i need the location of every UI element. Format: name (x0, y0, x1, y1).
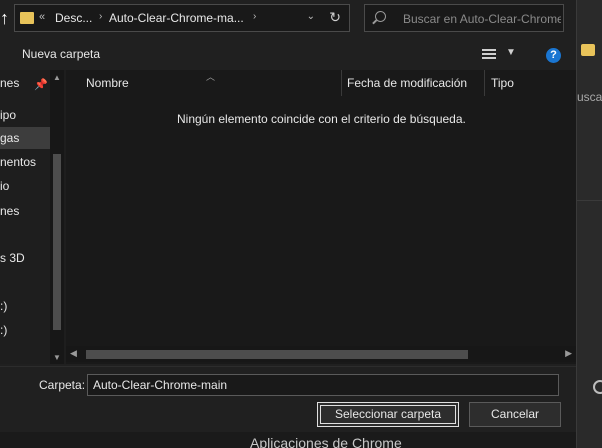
column-header-date[interactable]: Fecha de modificación (347, 76, 467, 90)
navigation-bar: ↑ « Desc... › Auto-Clear-Chrome-ma... › … (0, 0, 576, 36)
sidebar-item[interactable]: nes (0, 200, 50, 222)
select-folder-button[interactable]: Seleccionar carpeta (317, 402, 459, 427)
chevron-down-icon[interactable]: ⌄ (307, 11, 315, 22)
folder-label: Carpeta: (39, 378, 86, 392)
select-folder-dialog: ↑ « Desc... › Auto-Clear-Chrome-ma... › … (0, 0, 576, 432)
cancel-button[interactable]: Cancelar (469, 402, 561, 427)
scrollbar-thumb[interactable] (86, 350, 468, 359)
dialog-footer: Carpeta: Seleccionar carpeta Cancelar (0, 366, 576, 432)
background-search-text: uscar (577, 90, 602, 104)
search-icon (375, 11, 386, 22)
overflow-chevron-icon[interactable]: « (39, 11, 45, 23)
empty-message: Ningún elemento coincide con el criterio… (177, 112, 466, 126)
address-bar[interactable]: « Desc... › Auto-Clear-Chrome-ma... › ⌄ … (14, 4, 350, 32)
command-bar: Nueva carpeta ▼ ? (0, 40, 576, 68)
scrollbar-thumb[interactable] (53, 154, 61, 330)
background-app-bottom: Aplicaciones de Chrome (0, 432, 576, 448)
sidebar-item[interactable]: io (0, 175, 50, 197)
scroll-right-icon[interactable]: ▶ (565, 348, 572, 359)
divider (577, 200, 602, 201)
folder-icon (581, 44, 595, 56)
scroll-up-icon[interactable]: ▲ (53, 73, 61, 82)
new-folder-button[interactable]: Nueva carpeta (22, 47, 100, 61)
search-box[interactable]: Buscar en Auto-Clear-Chrome-main (364, 4, 564, 32)
sidebar-item[interactable]: nentos (0, 151, 50, 173)
background-app-panel: uscar (576, 0, 602, 448)
sidebar-item[interactable]: :) (0, 295, 50, 317)
chevron-right-icon[interactable]: › (253, 11, 256, 22)
search-input[interactable]: Buscar en Auto-Clear-Chrome-main (403, 12, 561, 26)
divider[interactable] (484, 70, 485, 96)
up-arrow-icon[interactable]: ↑ (0, 6, 14, 30)
file-list: ︿ Nombre Fecha de modificación Tipo Ning… (66, 70, 576, 364)
sort-indicator-icon: ︿ (206, 72, 216, 82)
navigation-scrollbar[interactable]: ▲ ▼ (50, 70, 64, 364)
breadcrumb-item[interactable]: Auto-Clear-Chrome-ma... (109, 11, 244, 25)
background-bottom-text: Aplicaciones de Chrome (250, 435, 402, 448)
divider[interactable] (341, 70, 342, 96)
horizontal-scrollbar[interactable]: ◀ ▶ (66, 346, 576, 362)
chevron-down-icon[interactable]: ▼ (506, 47, 516, 58)
view-options-icon[interactable] (482, 49, 496, 59)
breadcrumb-item[interactable]: Desc... (55, 11, 92, 25)
help-button[interactable]: ? (546, 48, 561, 63)
loading-ring-icon (593, 380, 602, 394)
pin-icon[interactable]: 📌 (34, 78, 48, 91)
column-header-name[interactable]: Nombre (86, 76, 129, 90)
folder-icon (20, 12, 34, 24)
sidebar-item[interactable]: gas (0, 127, 50, 149)
chevron-right-icon[interactable]: › (99, 11, 102, 22)
sidebar-item[interactable]: :) (0, 319, 50, 341)
scroll-left-icon[interactable]: ◀ (70, 348, 77, 359)
folder-field[interactable] (87, 374, 559, 396)
column-header-type[interactable]: Tipo (491, 76, 514, 90)
sidebar-item[interactable]: s 3D (0, 247, 50, 269)
refresh-icon[interactable]: ↻ (329, 9, 341, 26)
scroll-down-icon[interactable]: ▼ (53, 353, 61, 362)
sidebar-item[interactable]: ipo (0, 104, 50, 126)
